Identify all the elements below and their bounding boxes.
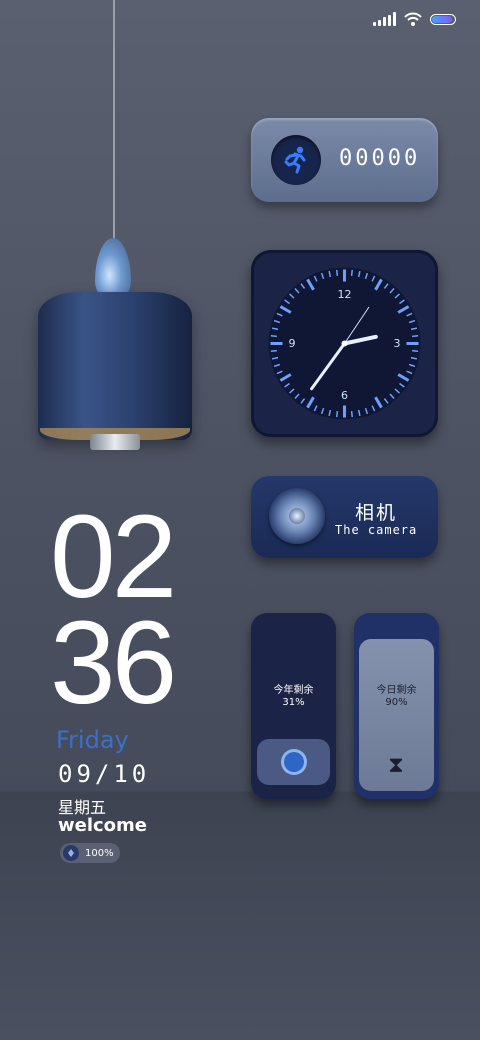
day-name: Friday: [56, 726, 129, 754]
camera-lens-icon: [269, 488, 325, 544]
camera-subtitle: The camera: [335, 523, 418, 537]
running-person-icon: [271, 135, 321, 185]
lamp-shade: [38, 292, 192, 440]
clock-label-9: 9: [289, 337, 296, 350]
signal-icon: [373, 12, 396, 26]
battery-pill[interactable]: 100%: [60, 843, 120, 863]
battery-pill-icon: [63, 845, 79, 861]
year-remaining-percent: 31%: [282, 697, 305, 708]
camera-title: 相机: [355, 502, 398, 524]
clock-tick: [270, 335, 277, 338]
hourglass-icon: ⧗: [388, 753, 404, 778]
clock-badge-icon: [257, 739, 330, 785]
clock-tick: [412, 349, 419, 352]
wifi-icon: [404, 12, 422, 26]
lamp-bulb: [95, 238, 131, 300]
year-remaining-label: 今年剩余: [273, 685, 314, 696]
today-remaining-panel: 今日剩余 90% ⧗: [359, 639, 434, 791]
clock-face: 12 3 6 9: [268, 267, 421, 420]
lamp-cord: [113, 0, 115, 245]
battery-pill-value: 100%: [85, 847, 114, 859]
clock-label-3: 3: [394, 337, 401, 350]
clock-label-12: 12: [338, 288, 352, 301]
step-count: 00000: [339, 146, 421, 171]
today-remaining-percent: 90%: [385, 697, 408, 708]
today-remaining-label: 今日剩余: [376, 685, 417, 696]
year-remaining-widget[interactable]: 今年剩余 31%: [251, 613, 336, 799]
clock-tick: [350, 411, 353, 418]
camera-widget[interactable]: 相机 The camera: [251, 476, 438, 558]
date-text[interactable]: 09/10: [58, 760, 150, 788]
clock-label-6: 6: [341, 389, 348, 402]
clock-minute[interactable]: 36: [50, 604, 177, 722]
steps-widget[interactable]: 00000: [251, 118, 438, 202]
clock-tick: [336, 269, 339, 276]
welcome-text: welcome: [58, 815, 148, 836]
battery-icon: [430, 13, 456, 25]
today-remaining-widget[interactable]: 今日剩余 90% ⧗: [354, 613, 439, 799]
clock-tick: [336, 411, 339, 418]
clock-tick: [412, 335, 419, 338]
status-bar: [373, 12, 456, 26]
analog-clock-widget[interactable]: 12 3 6 9: [251, 250, 438, 437]
lamp-base: [90, 434, 140, 450]
clock-tick: [350, 269, 353, 276]
clock-tick: [270, 349, 277, 352]
